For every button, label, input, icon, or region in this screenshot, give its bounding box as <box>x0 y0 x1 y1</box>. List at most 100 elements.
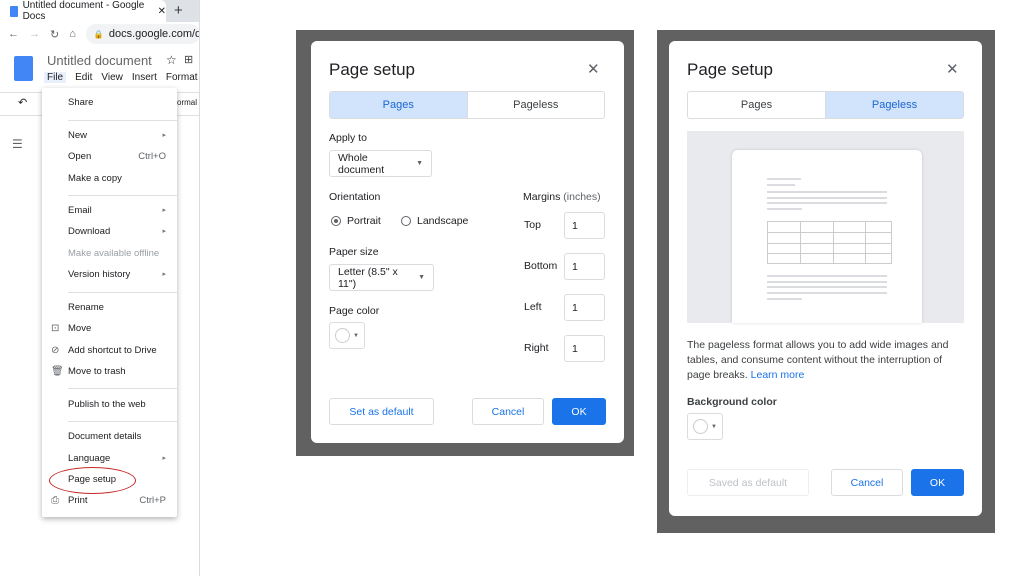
menu-format[interactable]: Format <box>166 72 198 83</box>
back-icon[interactable]: ← <box>8 28 19 40</box>
menu-item-label: Move <box>68 322 92 334</box>
new-tab-icon[interactable]: + <box>174 2 183 19</box>
saved-as-default-button: Saved as default <box>687 469 809 496</box>
radio-unchecked-icon <box>401 216 411 227</box>
dropdown-icon: ▼ <box>416 160 423 167</box>
margin-right-label: Right <box>524 342 549 354</box>
print-icon: ⎙ <box>51 494 59 506</box>
margin-top-input[interactable]: 1 <box>564 212 605 239</box>
google-docs-window: Untitled document - Google Docs ✕ + ← → … <box>0 0 200 576</box>
home-icon[interactable]: ⌂ <box>69 28 76 40</box>
trash-icon: 🗑 <box>51 365 64 377</box>
menu-item-label: Move to trash <box>68 365 126 377</box>
learn-more-link[interactable]: Learn more <box>751 369 805 381</box>
radio-checked-icon <box>331 216 341 227</box>
tab-pages[interactable]: Pages <box>688 92 825 118</box>
format-tabs: Pages Pageless <box>687 91 964 119</box>
docs-logo-icon[interactable] <box>14 56 33 81</box>
menu-item-label: Add shortcut to Drive <box>68 344 157 356</box>
menu-item-move-to-trash[interactable]: 🗑 Move to trash <box>42 361 177 381</box>
page-illustration <box>732 150 922 323</box>
paper-size-value: Letter (8.5" x 11") <box>338 265 398 290</box>
menu-item-make-a-copy[interactable]: Make a copy <box>42 168 177 188</box>
menu-item-version-history[interactable]: Version history ▸ <box>42 264 177 284</box>
table-illustration <box>767 221 892 264</box>
close-icon[interactable]: ✕ <box>946 60 959 78</box>
menu-item-share[interactable]: Share <box>42 92 177 112</box>
menu-view[interactable]: View <box>101 72 123 83</box>
style-select[interactable]: ormal <box>177 98 197 107</box>
menu-item-new[interactable]: New ▸ <box>42 125 177 145</box>
landscape-radio[interactable]: Landscape <box>401 215 468 227</box>
tab-pages[interactable]: Pages <box>330 92 467 118</box>
menu-item-publish-to-the-web[interactable]: Publish to the web <box>42 394 177 414</box>
menu-item-label: Publish to the web <box>68 398 146 410</box>
browser-tab[interactable]: Untitled document - Google Docs ✕ <box>0 0 166 22</box>
dialog-title: Page setup <box>329 60 416 79</box>
outline-icon[interactable]: ☰ <box>12 137 23 151</box>
close-tab-icon[interactable]: ✕ <box>158 6 166 17</box>
forward-icon[interactable]: → <box>29 28 40 40</box>
page-color-label: Page color <box>329 305 380 317</box>
menu-item-print[interactable]: ⎙ Print Ctrl+P <box>42 490 177 510</box>
submenu-arrow-icon: ▸ <box>162 271 166 278</box>
margin-left-input[interactable]: 1 <box>564 294 605 321</box>
menu-item-open[interactable]: Open Ctrl+O <box>42 146 177 166</box>
apply-to-label: Apply to <box>329 132 367 144</box>
document-title[interactable]: Untitled document <box>47 53 152 68</box>
menu-divider <box>68 292 177 293</box>
ok-button[interactable]: OK <box>911 469 964 496</box>
paper-size-select[interactable]: Letter (8.5" x 11") ▼ <box>329 264 434 291</box>
landscape-label: Landscape <box>417 215 469 227</box>
submenu-arrow-icon: ▸ <box>162 132 166 139</box>
menu-edit[interactable]: Edit <box>75 72 92 83</box>
tab-pageless[interactable]: Pageless <box>825 92 963 118</box>
format-tabs: Pages Pageless <box>329 91 605 119</box>
margin-bottom-input[interactable]: 1 <box>564 253 605 280</box>
menu-item-move[interactable]: ⊡ Move <box>42 318 177 338</box>
menu-item-email[interactable]: Email ▸ <box>42 200 177 220</box>
apply-to-select[interactable]: Whole document ▼ <box>329 150 432 177</box>
star-icon[interactable]: ☆ <box>166 53 177 67</box>
margins-label: Margins (inches) <box>523 191 601 203</box>
color-swatch <box>335 328 350 343</box>
set-as-default-button[interactable]: Set as default <box>329 398 434 425</box>
undo-icon[interactable]: ↶ <box>18 96 27 109</box>
submenu-arrow-icon: ▸ <box>162 455 166 462</box>
lock-icon: 🔒 <box>93 29 104 39</box>
menu-insert[interactable]: Insert <box>132 72 157 83</box>
menu-item-rename[interactable]: Rename <box>42 297 177 317</box>
ok-button[interactable]: OK <box>552 398 606 425</box>
margin-top-label: Top <box>524 219 541 231</box>
menu-divider <box>68 120 177 121</box>
orientation-label: Orientation <box>329 191 381 203</box>
menu-item-make-available-offline: Make available offline <box>42 243 177 263</box>
pageless-illustration <box>687 131 964 323</box>
move-folder-icon[interactable]: ⊞ <box>184 53 193 66</box>
close-icon[interactable]: ✕ <box>587 60 600 78</box>
menu-item-download[interactable]: Download ▸ <box>42 221 177 241</box>
color-swatch <box>693 419 708 434</box>
tab-pageless[interactable]: Pageless <box>466 92 605 118</box>
highlight-circle <box>49 467 136 494</box>
menu-item-label: Rename <box>68 301 104 313</box>
page-color-picker[interactable]: ▼ <box>329 322 365 349</box>
menu-item-label: Make available offline <box>68 247 160 259</box>
url-text: docs.google.com/do <box>108 28 200 40</box>
menu-divider <box>68 388 177 389</box>
menu-item-language[interactable]: Language ▸ <box>42 448 177 468</box>
cancel-button[interactable]: Cancel <box>472 398 544 425</box>
paper-size-label: Paper size <box>329 246 379 258</box>
portrait-radio[interactable]: Portrait <box>331 215 381 227</box>
menu-file[interactable]: File <box>44 72 67 83</box>
cancel-button[interactable]: Cancel <box>831 469 903 496</box>
reload-icon[interactable]: ↻ <box>50 28 59 41</box>
margin-right-input[interactable]: 1 <box>564 335 605 362</box>
menu-item-document-details[interactable]: Document details <box>42 426 177 446</box>
submenu-arrow-icon: ▸ <box>162 207 166 214</box>
address-bar[interactable]: 🔒 docs.google.com/do <box>85 24 200 44</box>
submenu-arrow-icon: ▸ <box>162 228 166 235</box>
menu-item-add-shortcut-to-drive[interactable]: ⊘ Add shortcut to Drive <box>42 340 177 360</box>
background-color-picker[interactable]: ▼ <box>687 413 723 440</box>
menu-item-label: Language <box>68 452 111 464</box>
